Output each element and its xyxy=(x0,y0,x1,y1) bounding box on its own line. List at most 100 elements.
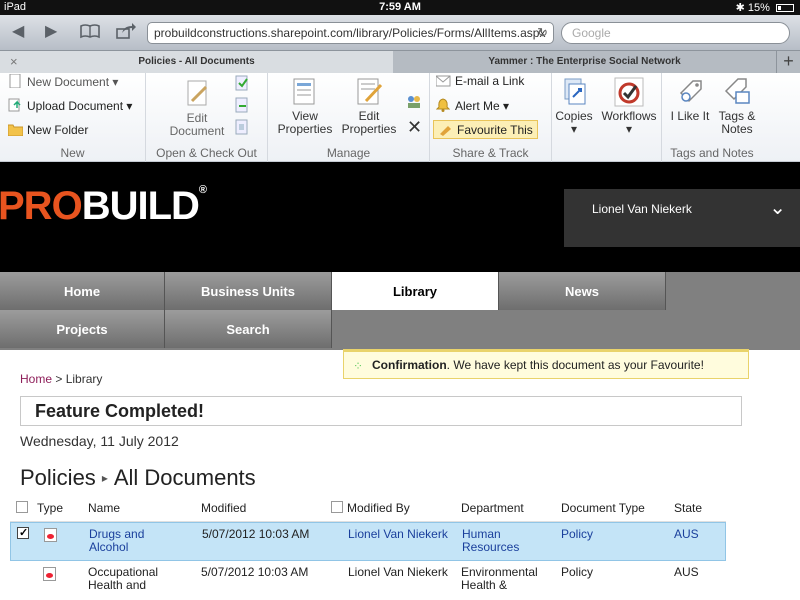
workflows-button[interactable]: Workflows ▾ xyxy=(596,77,662,136)
loading-spinner-icon: ⁘ xyxy=(353,359,364,373)
title-separator-icon: ▸ xyxy=(101,471,108,485)
battery-level: 15% xyxy=(747,2,770,14)
edit-properties-icon xyxy=(357,78,383,105)
ribbon-group-label: New xyxy=(60,146,85,160)
new-folder-button[interactable]: New Folder xyxy=(7,123,88,137)
delete-icon[interactable]: ✕ xyxy=(407,117,422,138)
column-filter-checkbox[interactable] xyxy=(331,501,343,513)
state-link[interactable]: AUS xyxy=(674,528,699,541)
url-input[interactable]: probuildconstructions.sharepoint.com/lib… xyxy=(147,22,554,44)
column-header-department[interactable]: Department xyxy=(461,502,524,515)
notes-icon xyxy=(724,78,750,104)
current-date: Wednesday, 11 July 2012 xyxy=(20,433,179,449)
modified-date: 5/07/2012 10:03 AM xyxy=(202,527,310,541)
copies-button[interactable]: Copies ▾ xyxy=(552,77,596,136)
breadcrumb-home-link[interactable]: Home xyxy=(20,372,52,386)
back-button[interactable]: ◀ xyxy=(12,23,24,41)
column-header-type[interactable]: Type xyxy=(37,502,63,515)
document-type-link[interactable]: Policy xyxy=(561,528,593,541)
state-link[interactable]: AUS xyxy=(674,566,699,579)
column-header-name[interactable]: Name xyxy=(88,502,120,515)
document-type-link[interactable]: Policy xyxy=(561,566,593,579)
modified-by-link[interactable]: Lionel Van Niekerk xyxy=(348,566,448,579)
user-menu[interactable]: Lionel Van Niekerk ⌄ xyxy=(564,189,800,247)
nav-item-home[interactable]: Home xyxy=(0,272,165,310)
document-list: Type Name Modified Modified By Departmen… xyxy=(10,496,726,600)
tag-icon xyxy=(679,80,702,103)
ribbon-group-workflows: Workflows ▾ xyxy=(596,73,662,162)
list-header: Type Name Modified Modified By Departmen… xyxy=(10,496,726,522)
feature-title: Feature Completed! xyxy=(35,401,205,421)
check-out-icon[interactable] xyxy=(234,75,250,91)
tab-label: Policies - All Documents xyxy=(138,56,255,67)
table-row[interactable]: Occupational Health and 5/07/2012 10:03 A… xyxy=(10,561,726,600)
breadcrumb-current: Library xyxy=(65,372,103,386)
bluetooth-icon: ✱ xyxy=(735,2,745,14)
select-all-checkbox[interactable] xyxy=(16,501,28,513)
column-header-modified-by[interactable]: Modified By xyxy=(347,502,410,515)
nav-item-library[interactable]: Library xyxy=(332,272,499,310)
new-tab-button[interactable]: + xyxy=(776,51,800,73)
browser-toolbar: ◀ ▶ probuildconstructions.sharepoint.com… xyxy=(0,15,800,51)
ios-status-bar: iPad 7:59 AM ✱ 15% xyxy=(0,0,800,15)
view-properties-icon xyxy=(293,78,315,105)
url-text: probuildconstructions.sharepoint.com/lib… xyxy=(154,26,546,40)
battery-icon xyxy=(776,4,794,13)
tab-policies[interactable]: × Policies - All Documents xyxy=(0,51,393,73)
ribbon-group-label: Tags and Notes xyxy=(670,146,754,160)
ribbon-group-share-track: E-mail a Link Alert Me ▾ Favourite This … xyxy=(430,73,552,162)
ribbon-group-label: Share & Track xyxy=(452,146,529,160)
table-row[interactable]: Drugs andAlcohol 5/07/2012 10:03 AM Lion… xyxy=(10,522,726,561)
probuild-logo[interactable]: PROBUILD® xyxy=(0,184,207,229)
email-icon xyxy=(435,75,451,89)
column-header-state[interactable]: State xyxy=(674,502,702,515)
alert-me-button[interactable]: Alert Me ▾ xyxy=(435,98,509,113)
check-in-icon[interactable] xyxy=(234,97,250,113)
share-icon[interactable] xyxy=(116,23,136,44)
nav-item-projects[interactable]: Projects xyxy=(0,310,165,348)
nav-item-news[interactable]: News xyxy=(499,272,666,310)
ribbon-group-label: Manage xyxy=(326,146,371,160)
close-tab-icon[interactable]: × xyxy=(10,51,18,73)
reload-icon[interactable]: ↻ xyxy=(537,25,548,41)
list-title-link[interactable]: Policies xyxy=(20,465,96,490)
edit-properties-button[interactable]: Edit Properties xyxy=(336,77,402,136)
discard-checkout-icon[interactable] xyxy=(234,119,250,135)
document-name-link[interactable]: Drugs and Alcohol xyxy=(89,528,144,554)
edit-document-button[interactable]: Edit Document xyxy=(166,79,228,138)
site-header: PROBUILD® Lionel Van Niekerk ⌄ xyxy=(0,162,800,272)
nav-item-business-units[interactable]: Business Units xyxy=(165,272,332,310)
row-checkbox[interactable] xyxy=(17,526,29,539)
column-header-modified[interactable]: Modified xyxy=(201,502,246,515)
chevron-down-icon[interactable]: ⌄ xyxy=(769,195,786,220)
view-properties-button[interactable]: View Properties xyxy=(272,77,338,136)
column-header-document-type[interactable]: Document Type xyxy=(561,502,645,515)
clock: 7:59 AM xyxy=(379,1,421,13)
tags-notes-button[interactable]: Tags & Notes xyxy=(712,77,762,136)
tab-label: Yammer : The Enterprise Social Network xyxy=(488,56,681,67)
nav-item-search[interactable]: Search xyxy=(165,310,332,348)
page-title: Policies ▸ All Documents xyxy=(20,465,256,491)
modified-by-link[interactable]: Lionel Van Niekerk xyxy=(348,528,448,541)
edit-document-icon xyxy=(187,80,208,106)
document-name-link[interactable]: Occupational Health and xyxy=(88,566,158,592)
search-input[interactable]: Google xyxy=(561,22,790,44)
bookmarks-icon[interactable] xyxy=(80,23,100,44)
new-document-button[interactable]: New Document ▾ xyxy=(8,73,118,89)
ribbon-group-tags-notes: I Like It Tags & Notes Tags and Notes xyxy=(662,73,762,162)
confirmation-title: Confirmation xyxy=(372,358,447,372)
favourite-this-button[interactable]: Favourite This xyxy=(433,120,538,139)
ribbon-group-manage: View Properties Edit Properties ✕ Manage xyxy=(268,73,430,162)
bell-icon xyxy=(435,98,451,112)
email-link-button[interactable]: E-mail a Link xyxy=(435,74,524,89)
department-link[interactable]: Environmental Health & xyxy=(461,566,538,592)
folder-icon xyxy=(7,123,24,137)
permissions-icon[interactable] xyxy=(406,93,422,109)
upload-document-button[interactable]: Upload Document ▾ xyxy=(8,98,132,113)
forward-button[interactable]: ▶ xyxy=(45,23,57,41)
tab-yammer[interactable]: Yammer : The Enterprise Social Network xyxy=(393,51,776,73)
ribbon-group-label: Open & Check Out xyxy=(156,146,257,160)
department-link[interactable]: Human Resources xyxy=(462,528,519,554)
favourite-icon xyxy=(438,122,453,136)
i-like-it-button[interactable]: I Like It xyxy=(668,77,712,123)
